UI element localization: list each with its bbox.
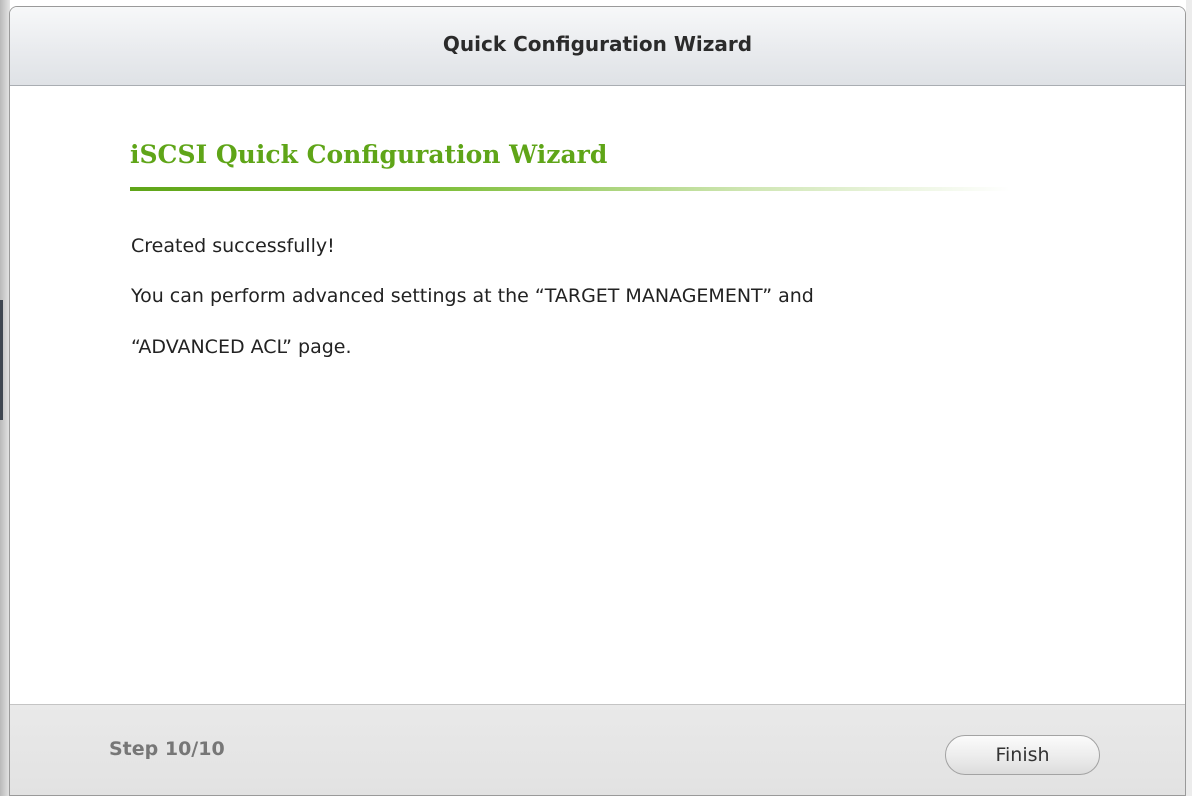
heading-divider	[130, 187, 1010, 191]
success-message: Created successfully!	[131, 235, 335, 257]
background-window-strip	[0, 300, 3, 420]
info-message-line-1: You can perform advanced settings at the…	[131, 285, 814, 307]
dialog-footer: Step 10/10 Finish	[10, 704, 1185, 795]
wizard-dialog: Quick Configuration Wizard iSCSI Quick C…	[9, 6, 1186, 796]
info-message-line-2: “ADVANCED ACL” page.	[131, 336, 352, 358]
background-window-edge-right	[1186, 0, 1192, 796]
finish-button[interactable]: Finish	[945, 735, 1100, 775]
dialog-title: Quick Configuration Wizard	[442, 32, 753, 56]
step-indicator: Step 10/10	[109, 738, 225, 760]
dialog-titlebar[interactable]: Quick Configuration Wizard	[10, 7, 1185, 86]
wizard-heading: iSCSI Quick Configuration Wizard	[130, 140, 608, 169]
